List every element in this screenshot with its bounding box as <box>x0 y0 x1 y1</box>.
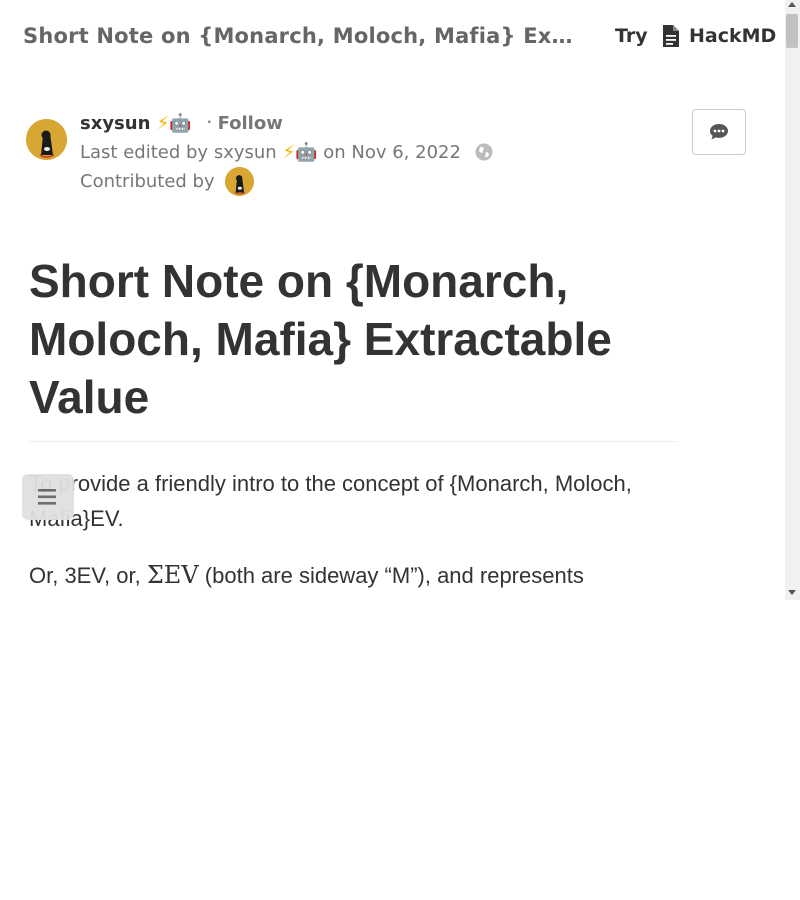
last-edited-info: Last edited by sxysun ⚡🤖 on Nov 6, 2022 <box>80 142 461 163</box>
author-name[interactable]: sxysun ⚡🤖 <box>80 113 192 134</box>
heading-divider <box>29 441 678 442</box>
last-edited-date: on Nov 6, 2022 <box>323 142 461 163</box>
contributors-label: Contributed by <box>80 171 215 192</box>
scroll-down-arrow-icon[interactable] <box>788 590 796 595</box>
globe-icon[interactable] <box>475 143 493 161</box>
comment-icon <box>710 124 728 140</box>
last-edited-user[interactable]: sxysun <box>214 142 277 163</box>
paragraph2-start: Or, 3EV, or, <box>29 563 141 588</box>
author-avatar[interactable] <box>26 119 67 160</box>
page-heading: Short Note on {Monarch, Moloch, Mafia} E… <box>29 255 612 423</box>
last-edited-prefix: Last edited by <box>80 142 209 163</box>
lightning-emoji-icon: ⚡ <box>282 142 296 163</box>
robot-emoji-icon: 🤖 <box>295 142 318 163</box>
top-bar: Short Note on {Monarch, Moloch, Mafia} E… <box>0 0 785 75</box>
sigma-ev-math: ΣEV <box>146 561 199 589</box>
author-name-text[interactable]: sxysun <box>80 113 150 134</box>
try-link[interactable]: Try <box>615 25 648 47</box>
follow-label[interactable]: Follow <box>218 113 283 134</box>
table-of-contents-icon <box>38 489 56 505</box>
separator-dot: · <box>207 115 212 129</box>
contributor-avatar[interactable] <box>225 167 254 196</box>
second-paragraph: Or, 3EV, or, ΣEV (both are sideway “M”),… <box>29 558 669 593</box>
hackmd-brand-link[interactable]: HackMD <box>689 25 776 47</box>
page-viewport: Short Note on {Monarch, Moloch, Mafia} E… <box>0 0 800 600</box>
lightning-emoji-icon: ⚡ <box>156 113 170 134</box>
follow-button[interactable]: · Follow <box>207 113 283 134</box>
scrollbar-thumb[interactable] <box>786 14 798 48</box>
robot-emoji-icon: 🤖 <box>169 113 192 134</box>
paragraph2-end: (both are sideway “M”), and represents <box>204 563 584 588</box>
table-of-contents-button[interactable] <box>22 474 74 520</box>
scroll-up-arrow-icon[interactable] <box>788 2 796 7</box>
comments-button[interactable] <box>692 109 746 155</box>
document-title: Short Note on {Monarch, Moloch, Mafia} E… <box>23 24 573 48</box>
intro-paragraph: To provide a friendly intro to the conce… <box>29 471 632 531</box>
vertical-scrollbar[interactable] <box>785 0 800 600</box>
document-icon[interactable] <box>662 25 680 47</box>
